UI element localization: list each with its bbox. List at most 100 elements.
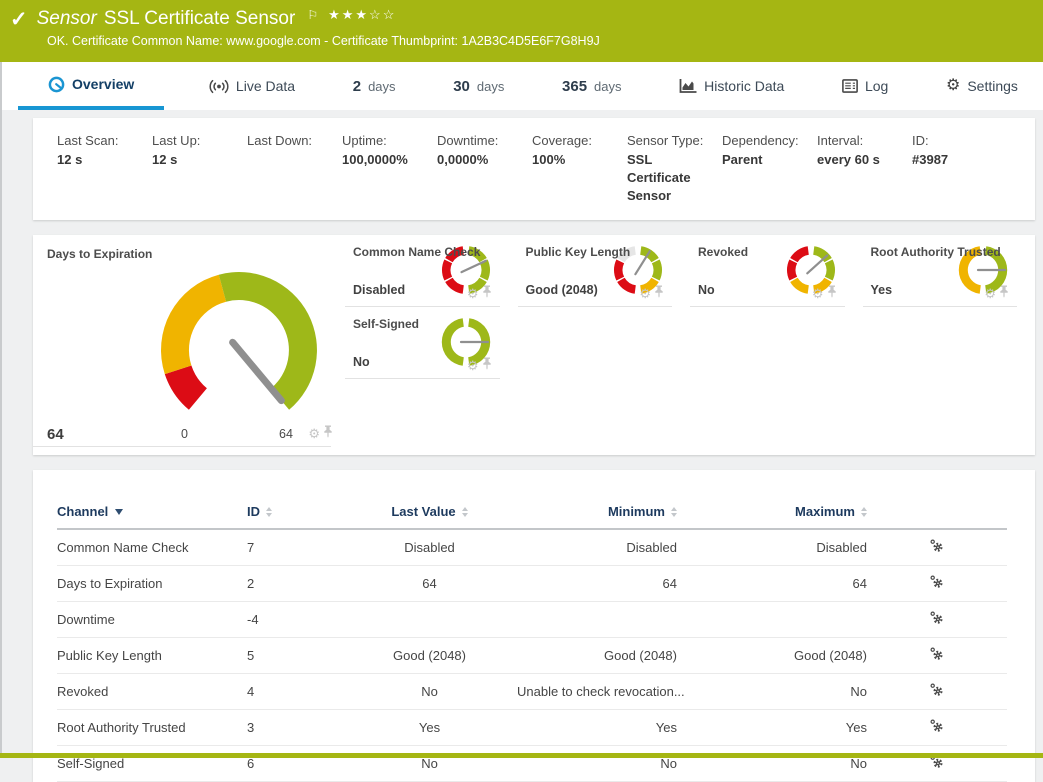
gauge-title: Self-Signed	[353, 317, 500, 331]
info-value: 100,0000%	[342, 151, 437, 169]
column-header-minimum[interactable]: Minimum	[517, 504, 677, 529]
pin-icon[interactable]	[654, 285, 664, 303]
cell-settings	[867, 745, 1007, 781]
tab-30-days[interactable]: 30days	[440, 62, 517, 110]
gear-icon[interactable]: ⚙	[467, 285, 479, 303]
gauge-panel-root-authority-trusted: Root Authority TrustedYes⚙	[863, 235, 1018, 307]
sort-down-icon	[462, 513, 468, 517]
pin-icon[interactable]	[999, 285, 1009, 303]
cell-settings	[867, 637, 1007, 673]
tab-settings[interactable]: ⚙Settings	[933, 62, 1031, 110]
cell-minimum	[517, 601, 677, 637]
pin-icon[interactable]	[323, 425, 333, 443]
cell-maximum: No	[677, 745, 867, 781]
info-label: Uptime:	[342, 133, 437, 148]
cell-last-value: Yes	[342, 709, 517, 745]
tab-historic-data[interactable]: Historic Data	[666, 62, 797, 110]
info-field-coverage: Coverage:100%	[532, 133, 627, 206]
cell-minimum: No	[517, 745, 677, 781]
column-header-last-value[interactable]: Last Value	[342, 504, 517, 529]
wrench-gear-icon[interactable]	[930, 575, 944, 592]
footer-bar	[0, 753, 1043, 758]
sort-up-icon	[671, 507, 677, 511]
tab-365-days[interactable]: 365days	[549, 62, 635, 110]
cell-id: 6	[247, 745, 342, 781]
table-row-public-key-length: Public Key Length5Good (2048)Good (2048)…	[57, 637, 1007, 673]
info-value: 12 s	[57, 151, 152, 169]
cell-minimum: Disabled	[517, 529, 677, 566]
cell-id: -4	[247, 601, 342, 637]
table-row-self-signed: Self-Signed6NoNoNo	[57, 745, 1007, 781]
table-row-root-authority-trusted: Root Authority Trusted3YesYesYes	[57, 709, 1007, 745]
column-header-id[interactable]: ID	[247, 504, 342, 529]
cell-channel: Self-Signed	[57, 745, 247, 781]
tab-label: Historic Data	[704, 78, 784, 94]
pin-icon[interactable]	[482, 357, 492, 375]
pin-icon[interactable]	[827, 285, 837, 303]
table-row-revoked: Revoked4NoUnable to check revocation...N…	[57, 673, 1007, 709]
info-value: 12 s	[152, 151, 247, 169]
cell-settings	[867, 673, 1007, 709]
tab-label: Live Data	[236, 78, 295, 94]
cell-minimum: Good (2048)	[517, 637, 677, 673]
tab-label: Settings	[967, 78, 1018, 94]
gauge-corner-icons: ⚙	[639, 285, 664, 303]
gear-icon[interactable]: ⚙	[812, 285, 824, 303]
table-row-common-name-check: Common Name Check7DisabledDisabledDisabl…	[57, 529, 1007, 566]
gauge-corner-icons: ⚙	[467, 285, 492, 303]
sort-down-icon	[861, 513, 867, 517]
column-header-channel[interactable]: Channel	[57, 504, 247, 529]
wrench-gear-icon[interactable]	[930, 539, 944, 556]
column-label: Channel	[57, 504, 108, 519]
small-gauges-grid: Common Name CheckDisabled⚙ Public Key Len…	[345, 235, 1035, 455]
gauge-corner-icons: ⚙	[467, 357, 492, 375]
flag-icon[interactable]: ⚐	[307, 8, 318, 22]
info-field-uptime: Uptime: 100,0000%	[342, 133, 437, 206]
cell-minimum: 64	[517, 565, 677, 601]
sort-active-icon	[115, 509, 123, 515]
wrench-gear-icon[interactable]	[930, 719, 944, 736]
table-row-days-to-expiration: Days to Expiration2646464	[57, 565, 1007, 601]
sort-down-icon	[671, 513, 677, 517]
cell-last-value: No	[342, 673, 517, 709]
gear-icon[interactable]: ⚙	[467, 357, 479, 375]
priority-stars[interactable]: ★★★☆☆	[328, 7, 396, 23]
gauge-title: Public Key Length	[526, 245, 673, 259]
gauge-panel-common-name-check: Common Name CheckDisabled⚙	[345, 235, 500, 307]
gauge-value: Yes	[871, 283, 893, 297]
tab-number: 2	[353, 78, 361, 95]
wrench-gear-icon[interactable]	[930, 611, 944, 628]
cell-id: 2	[247, 565, 342, 601]
gauge-value: Good (2048)	[526, 283, 598, 297]
tab-live-data[interactable]: Live Data	[196, 62, 308, 110]
live-data-icon	[209, 79, 229, 94]
info-value: 100%	[532, 151, 627, 169]
gauge-panel-revoked: RevokedNo⚙	[690, 235, 845, 307]
cell-channel: Common Name Check	[57, 529, 247, 566]
gauge-icon	[48, 76, 65, 93]
wrench-gear-icon[interactable]	[930, 647, 944, 664]
column-label: Minimum	[608, 504, 665, 519]
wrench-gear-icon[interactable]	[930, 683, 944, 700]
column-header-maximum[interactable]: Maximum	[677, 504, 867, 529]
gear-icon[interactable]: ⚙	[984, 285, 996, 303]
gauge-panel-days-to-expiration: Days to Expiration 64 0 64 ⚙	[33, 235, 345, 455]
gear-icon[interactable]: ⚙	[308, 425, 320, 443]
tab-log[interactable]: Log	[829, 62, 901, 110]
cell-channel: Downtime	[57, 601, 247, 637]
gauge-value: No	[698, 283, 715, 297]
gear-icon[interactable]: ⚙	[639, 285, 651, 303]
info-value: Parent	[722, 151, 817, 169]
info-field-downtime: Downtime:0,0000%	[437, 133, 532, 206]
info-field-id: ID:#3987	[912, 133, 1007, 206]
tab-label: days	[368, 79, 395, 94]
cell-id: 4	[247, 673, 342, 709]
cell-channel: Days to Expiration	[57, 565, 247, 601]
info-field-last-up: Last Up:12 s	[152, 133, 247, 206]
tab-overview[interactable]: Overview	[18, 62, 164, 110]
info-label: Interval:	[817, 133, 912, 148]
pin-icon[interactable]	[482, 285, 492, 303]
column-header-settings	[867, 504, 1007, 529]
tab-number: 365	[562, 78, 587, 95]
tab-2-days[interactable]: 2 days	[340, 62, 409, 110]
